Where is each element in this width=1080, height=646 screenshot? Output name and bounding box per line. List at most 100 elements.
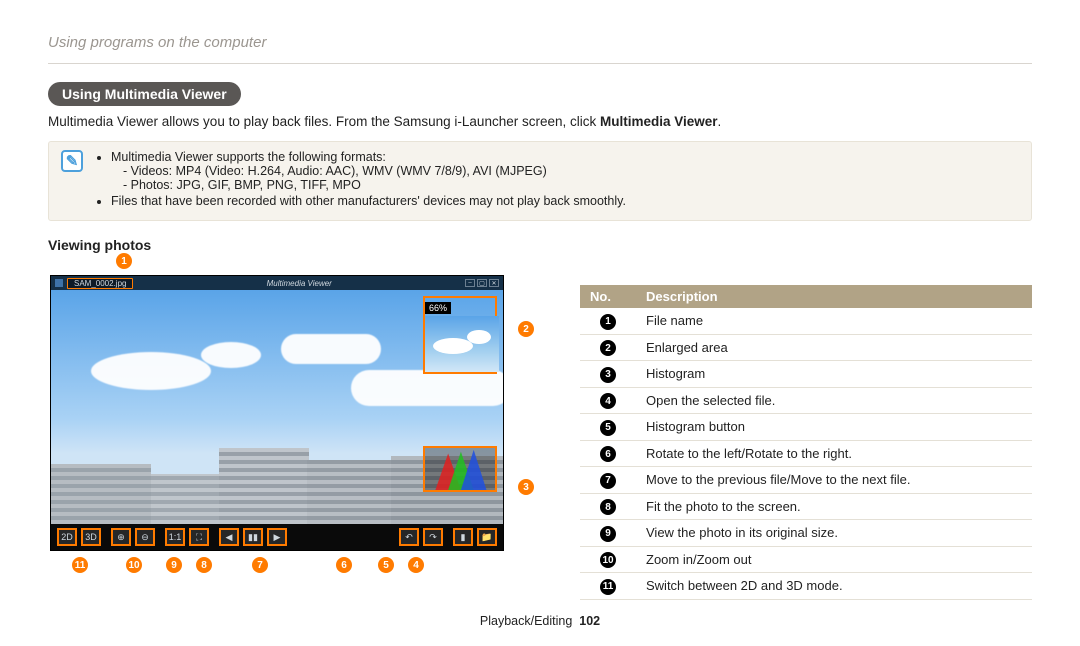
- table-row: 10 Zoom in/Zoom out: [580, 546, 1032, 573]
- subheading-viewing-photos: Viewing photos: [48, 237, 1032, 253]
- row-badge: 11: [600, 579, 616, 595]
- cloud-shape: [91, 352, 211, 390]
- zoom-out-button[interactable]: ⊖: [135, 528, 155, 546]
- table-row: 3 Histogram: [580, 361, 1032, 388]
- open-file-button[interactable]: 📁: [477, 528, 497, 546]
- table-row: 4Open the selected file.: [580, 387, 1032, 414]
- app-title: Multimedia Viewer: [267, 279, 332, 288]
- building-shape: [151, 474, 221, 524]
- viewer-toolbar: 2D 3D ⊕ ⊖ 1:1 ⛶ ◀ ▮▮ ▶ ↶ ↷ ▮: [51, 524, 503, 550]
- th-no: No.: [580, 285, 636, 308]
- slideshow-pause-button[interactable]: ▮▮: [243, 528, 263, 546]
- divider: [48, 63, 1032, 64]
- next-file-button[interactable]: ▶: [267, 528, 287, 546]
- row-badge: 2: [600, 340, 616, 356]
- histogram-panel: [423, 446, 497, 492]
- app-icon: [55, 279, 63, 287]
- table-row: 9 View the photo in its original size.: [580, 520, 1032, 547]
- prev-file-button[interactable]: ◀: [219, 528, 239, 546]
- callout-2: 2: [518, 321, 534, 337]
- zoom-in-button[interactable]: ⊕: [111, 528, 131, 546]
- callout-9: 9: [166, 557, 182, 573]
- section-title-pill: Using Multimedia Viewer: [48, 82, 241, 106]
- row-desc: Switch between 2D and 3D mode.: [636, 573, 1032, 600]
- table-row: 8 Fit the photo to the screen.: [580, 493, 1032, 520]
- mode-3d-button[interactable]: 3D: [81, 528, 101, 546]
- callout-1: 1: [116, 253, 132, 269]
- screenshot-column: 1 SAM_0002.jpg Multimedia Viewer – ▢ ✕: [48, 257, 558, 551]
- multimedia-viewer-mock: SAM_0002.jpg Multimedia Viewer – ▢ ✕: [50, 275, 504, 551]
- breadcrumb: Using programs on the computer: [48, 34, 1032, 51]
- callout-4: 4: [408, 557, 424, 573]
- row-desc: View the photo in its original size.: [636, 520, 1032, 547]
- rotate-right-button[interactable]: ↷: [423, 528, 443, 546]
- histogram-button[interactable]: ▮: [453, 528, 473, 546]
- callout-10: 10: [126, 557, 142, 573]
- row-desc: Move to the previous file/Move to the ne…: [636, 467, 1032, 494]
- separator: [105, 528, 107, 546]
- maximize-icon[interactable]: ▢: [477, 279, 487, 287]
- note-box: ✎ Multimedia Viewer supports the followi…: [48, 141, 1032, 221]
- separator: [159, 528, 161, 546]
- description-table: No. Description 1 File name 2 Enlarged are…: [580, 285, 1032, 600]
- note-icon: ✎: [61, 150, 83, 172]
- row-badge: 5: [600, 420, 616, 436]
- row-desc: Enlarged area: [636, 334, 1032, 361]
- table-row: 5 Histogram button: [580, 414, 1032, 441]
- row-desc: Zoom in/Zoom out: [636, 546, 1032, 573]
- table-row: 2 Enlarged area: [580, 334, 1032, 361]
- separator: [447, 528, 449, 546]
- lead-text-post: .: [718, 114, 722, 129]
- fit-screen-button[interactable]: ⛶: [189, 528, 209, 546]
- row-desc: Histogram: [636, 361, 1032, 388]
- file-name-label: SAM_0002.jpg: [67, 278, 133, 289]
- callout-3: 3: [518, 479, 534, 495]
- table-row: 11 Switch between 2D and 3D mode.: [580, 573, 1032, 600]
- zoom-percent-label: 66%: [425, 302, 451, 314]
- cloud-shape: [201, 342, 261, 368]
- footer-page: 102: [579, 614, 600, 628]
- photo-canvas: 66%: [51, 290, 503, 524]
- callout-5: 5: [378, 557, 394, 573]
- histogram-icon: [425, 448, 495, 490]
- note-content: Multimedia Viewer supports the following…: [95, 150, 626, 210]
- table-row: 6 Rotate to the left/Rotate to the right.: [580, 440, 1032, 467]
- table-row: 7 Move to the previous file/Move to the n…: [580, 467, 1032, 494]
- row-badge: 8: [600, 499, 616, 515]
- row-desc: Open the selected file.: [636, 387, 1032, 414]
- close-icon[interactable]: ✕: [489, 279, 499, 287]
- row-desc: Fit the photo to the screen.: [636, 493, 1032, 520]
- note-line-1: Multimedia Viewer supports the following…: [111, 150, 386, 164]
- th-desc: Description: [636, 285, 1032, 308]
- row-badge: 1: [600, 314, 616, 330]
- row-desc: File name: [636, 308, 1032, 334]
- separator: [213, 528, 215, 546]
- row-desc: Histogram button: [636, 414, 1032, 441]
- row-desc: Rotate to the left/Rotate to the right.: [636, 440, 1032, 467]
- row-badge: 6: [600, 446, 616, 462]
- row-badge: 7: [600, 473, 616, 489]
- lead-text-pre: Multimedia Viewer allows you to play bac…: [48, 114, 600, 129]
- row-badge: 3: [600, 367, 616, 383]
- building-shape: [51, 464, 151, 524]
- page-footer: Playback/Editing 102: [48, 614, 1032, 628]
- row-badge: 10: [600, 552, 616, 568]
- window-buttons: – ▢ ✕: [465, 279, 499, 287]
- lead-text-bold: Multimedia Viewer: [600, 114, 718, 129]
- minimize-icon[interactable]: –: [465, 279, 475, 287]
- footer-section: Playback/Editing: [480, 614, 572, 628]
- mode-2d-button[interactable]: 2D: [57, 528, 77, 546]
- callout-8: 8: [196, 557, 212, 573]
- callout-11: 11: [72, 557, 88, 573]
- row-badge: 9: [600, 526, 616, 542]
- original-size-button[interactable]: 1:1: [165, 528, 185, 546]
- lead-paragraph: Multimedia Viewer allows you to play bac…: [48, 114, 1032, 129]
- note-line-2: Files that have been recorded with other…: [111, 194, 626, 208]
- enlarged-area-panel: 66%: [423, 296, 497, 374]
- callout-6: 6: [336, 557, 352, 573]
- building-shape: [307, 460, 393, 524]
- cloud-shape: [281, 334, 381, 364]
- description-column: No. Description 1 File name 2 Enlarged are…: [580, 257, 1032, 600]
- rotate-left-button[interactable]: ↶: [399, 528, 419, 546]
- note-sub-1: Videos: MP4 (Video: H.264, Audio: AAC), …: [123, 164, 626, 178]
